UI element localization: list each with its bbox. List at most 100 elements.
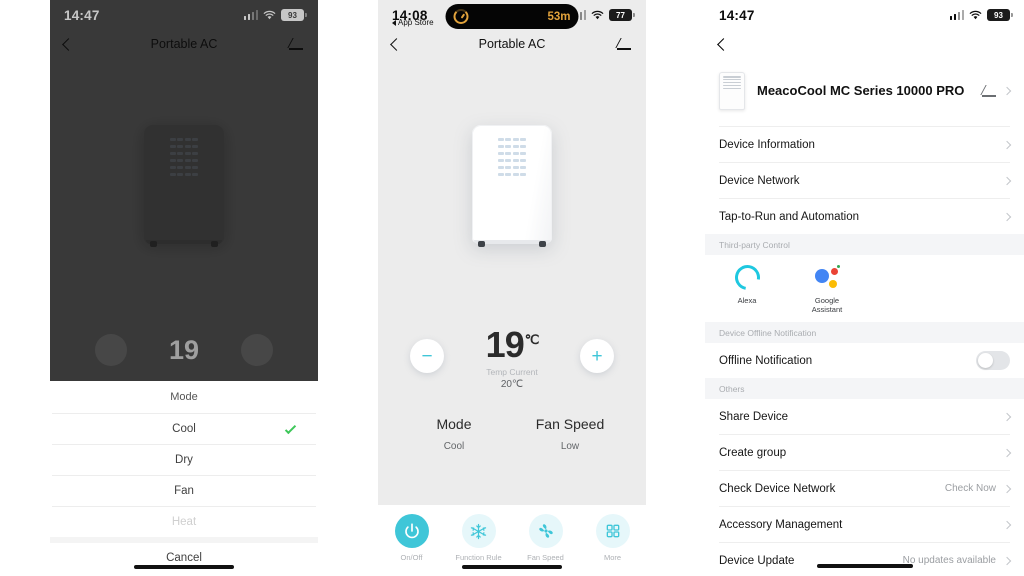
back-chevron-icon[interactable] (390, 37, 403, 51)
mode-option-heat: Heat (50, 507, 318, 537)
google-assistant-icon (814, 265, 840, 290)
chevron-right-icon (1002, 520, 1012, 529)
tab-more[interactable]: More (579, 514, 646, 562)
device-caster-right (211, 241, 218, 247)
row-offline-notification[interactable]: Offline Notification (705, 343, 1024, 378)
grid-more-icon (595, 514, 630, 548)
offline-notification-toggle[interactable] (976, 351, 1010, 370)
mode-option-dry[interactable]: Dry (50, 445, 318, 475)
decrease-temp-button[interactable]: − (410, 339, 444, 373)
back-chevron-icon[interactable] (62, 37, 75, 51)
fan-icon (528, 514, 563, 548)
power-icon (394, 514, 429, 548)
pencil-edit-icon[interactable] (617, 37, 632, 52)
decrease-temp-button-dimmed (94, 334, 127, 366)
action-sheet-title: Mode (170, 391, 198, 403)
device-hero-image (378, 58, 646, 310)
tab-label: More (603, 553, 622, 562)
third-party-label: Alexa (737, 296, 757, 305)
row-device-update[interactable]: Device Update No updates available (705, 543, 1024, 576)
home-indicator (134, 565, 234, 569)
status-time: 14:47 (719, 7, 755, 23)
row-label: Share Device (719, 410, 789, 423)
mode-action-sheet: Mode Cool Dry Fan Heat Cancel (50, 381, 318, 576)
phone-screen-mode-selector: 14:47 93 Portable AC 19 Mode Cool Dry Fa… (50, 0, 318, 576)
timer-remaining: 53m (547, 10, 571, 23)
wifi-icon (591, 10, 604, 20)
tab-on-off[interactable]: On/Off (378, 514, 445, 562)
status-bar: 14:47 93 (705, 0, 1024, 30)
temperature-row: − 19℃ Temp Current 20℃ + (396, 310, 628, 402)
device-caster-left (150, 241, 157, 247)
edit-device-button[interactable] (982, 84, 1012, 99)
status-indicators: 93 (949, 9, 1013, 21)
temperature-readout: 19℃ Temp Current 20℃ (486, 327, 540, 390)
tab-label: Function Rule (455, 553, 502, 562)
increase-temp-button[interactable]: + (580, 339, 614, 373)
target-temp-unit: ℃ (524, 332, 540, 348)
cellular-signal-icon (949, 10, 964, 20)
chevron-right-icon (1002, 212, 1012, 221)
battery-indicator: 93 (987, 9, 1013, 21)
alexa-icon (729, 260, 765, 295)
mode-option-cool[interactable]: Cool (50, 414, 318, 444)
third-party-control-list: Alexa Google Assistant (705, 255, 1024, 322)
third-party-google-assistant[interactable]: Google Assistant (799, 265, 855, 314)
row-device-information[interactable]: Device Information (705, 127, 1024, 162)
checkmark-icon (284, 422, 297, 435)
back-triangle-icon (392, 19, 396, 26)
third-party-alexa[interactable]: Alexa (719, 260, 775, 314)
phone-screen-device-control: 14:08 77 App Store 53m Portable AC − 19℃… (378, 0, 646, 576)
row-create-group[interactable]: Create group (705, 435, 1024, 470)
status-indicators: 77 (571, 9, 635, 21)
row-tap-to-run-and-automation[interactable]: Tap-to-Run and Automation (705, 199, 1024, 234)
row-label: Accessory Management (719, 518, 843, 531)
row-share-device[interactable]: Share Device (705, 399, 1024, 434)
pencil-edit-icon (982, 84, 997, 99)
mode-option-fan[interactable]: Fan (50, 476, 318, 506)
nav-bar: Portable AC (378, 30, 646, 58)
row-label: Device Update (719, 554, 795, 567)
back-chevron-icon[interactable] (717, 37, 730, 51)
portable-ac-device-image (144, 125, 224, 247)
device-hero-image (50, 58, 318, 310)
three-phone-screenshot-stage: 14:47 93 Portable AC 19 Mode Cool Dry Fa… (0, 0, 1024, 576)
mode-option-label: Cool (172, 423, 196, 435)
page-title: Portable AC (150, 37, 218, 51)
row-accessory-management[interactable]: Accessory Management (705, 507, 1024, 542)
tab-fan-speed[interactable]: Fan Speed (512, 514, 579, 562)
timer-ring-icon (453, 9, 469, 24)
section-header-others: Others (705, 378, 1024, 399)
row-label: Device Network (719, 174, 800, 187)
section-header-third-party-control: Third-party Control (705, 234, 1024, 255)
section-header-device-offline-notification: Device Offline Notification (705, 322, 1024, 343)
current-temp-value: 20℃ (500, 378, 524, 390)
home-indicator (462, 565, 562, 569)
row-check-device-network[interactable]: Check Device Network Check Now (705, 471, 1024, 506)
fan-speed-title: Fan Speed (535, 416, 605, 432)
increase-temp-button-dimmed (241, 334, 273, 366)
pencil-edit-icon[interactable] (289, 37, 304, 52)
device-header[interactable]: MeacoCool MC Series 10000 PRO (705, 58, 1024, 126)
dynamic-island-timer[interactable]: 53m (445, 4, 579, 29)
cellular-signal-icon (243, 10, 258, 20)
row-device-network[interactable]: Device Network (705, 163, 1024, 198)
status-bar: 14:47 93 (50, 0, 318, 30)
current-temp-label: Temp Current (486, 366, 538, 377)
temperature-control-panel: − 19℃ Temp Current 20℃ + Mode Cool Fan S… (378, 310, 646, 452)
page-title: Portable AC (478, 37, 546, 51)
tab-function-rule[interactable]: Function Rule (445, 514, 512, 562)
battery-indicator: 77 (609, 9, 635, 21)
chevron-right-icon (1002, 176, 1012, 185)
mode-title: Mode (436, 416, 472, 432)
row-label: Check Device Network (719, 482, 836, 495)
return-to-app-indicator[interactable]: App Store (392, 18, 434, 27)
mode-selector[interactable]: Mode Cool (396, 416, 512, 452)
fan-speed-selector[interactable]: Fan Speed Low (512, 416, 628, 452)
return-to-app-label: App Store (398, 18, 434, 27)
nav-bar (705, 30, 1024, 58)
mode-value: Cool (443, 441, 465, 452)
device-caster-right (539, 241, 546, 247)
row-label: Tap-to-Run and Automation (719, 210, 860, 223)
mode-option-label: Heat (171, 516, 197, 528)
